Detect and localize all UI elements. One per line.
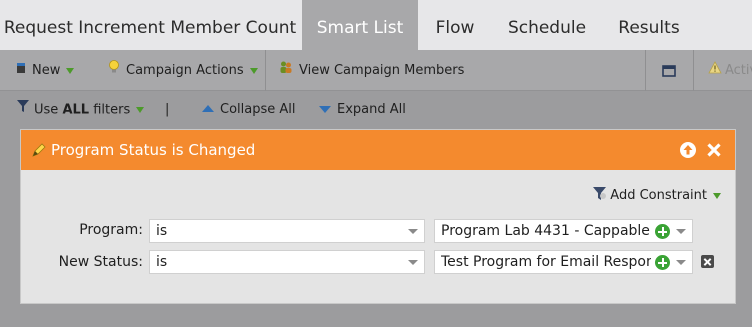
new-icon	[16, 50, 26, 91]
add-constraint-label: Add Constraint	[610, 188, 707, 203]
close-icon	[707, 143, 721, 157]
collapse-all-label: Collapse All	[220, 102, 296, 117]
tab-schedule[interactable]: Schedule	[492, 0, 602, 50]
view-campaign-members-button[interactable]: View Campaign Members	[279, 50, 464, 91]
view-campaign-members-label: View Campaign Members	[299, 63, 465, 78]
filter-header: Program Status is Changed	[21, 130, 735, 170]
collapse-icon	[202, 105, 214, 112]
chevron-down-icon	[676, 260, 686, 265]
tab-flow[interactable]: Flow	[418, 0, 492, 50]
warning-icon	[708, 50, 722, 91]
filterbar-separator: |	[165, 102, 170, 117]
toolbar-divider	[265, 50, 266, 91]
funnel-icon	[16, 92, 30, 128]
program-label: Program:	[79, 222, 143, 238]
status-value: Test Program for Email Respon	[441, 254, 651, 270]
chevron-down-icon	[66, 67, 75, 74]
toolbar: New Campaign Actions View Campaign Membe…	[0, 50, 752, 91]
new-button[interactable]: New	[16, 50, 75, 91]
remove-constraint-icon[interactable]	[701, 255, 714, 268]
funnel-icon	[592, 186, 607, 205]
use-prefix: Use	[34, 102, 59, 118]
use-all-filters-button[interactable]: Use ALL filters	[16, 92, 145, 128]
status-operator-value: is	[156, 254, 168, 270]
status-value-select[interactable]: Test Program for Email Respon	[434, 250, 693, 274]
collapse-all-button[interactable]: Collapse All	[202, 92, 296, 128]
program-operator-value: is	[156, 223, 168, 239]
add-constraint-button[interactable]: Add Constraint	[592, 186, 721, 205]
program-value: Program Lab 4431 - Cappable W	[441, 223, 651, 239]
tab-campaign-name[interactable]: Request Increment Member Count	[0, 0, 300, 50]
toolbar-divider	[693, 50, 694, 91]
status-operator-select[interactable]: is	[149, 250, 425, 274]
chevron-down-icon	[408, 229, 418, 234]
window-icon-button[interactable]	[662, 50, 676, 91]
new-status-label: New Status:	[58, 254, 143, 270]
use-all-emphasis: ALL	[62, 102, 90, 118]
filter-panel: Program Status is Changed Add Constraint…	[20, 129, 736, 304]
chevron-down-icon	[249, 67, 258, 74]
window-icon	[662, 64, 676, 77]
add-value-icon[interactable]	[655, 224, 670, 239]
chevron-down-icon	[676, 229, 686, 234]
filter-bar: Use ALL filters | Collapse All Expand Al…	[0, 92, 752, 128]
add-value-icon[interactable]	[655, 255, 670, 270]
activate-label: Activ	[725, 63, 752, 78]
filter-pencil-icon	[31, 142, 47, 162]
arrow-up-circle-icon	[680, 142, 696, 158]
activate-button[interactable]: Activ	[708, 50, 752, 91]
campaign-actions-button[interactable]: Campaign Actions	[108, 50, 258, 91]
new-label: New	[32, 63, 61, 78]
people-icon	[279, 50, 293, 91]
tab-results[interactable]: Results	[602, 0, 696, 50]
program-value-select[interactable]: Program Lab 4431 - Cappable W	[434, 219, 693, 243]
move-up-button[interactable]	[679, 141, 697, 159]
chevron-down-icon	[713, 192, 721, 199]
campaign-actions-label: Campaign Actions	[126, 63, 244, 78]
chevron-down-icon	[408, 260, 418, 265]
filter-title: Program Status is Changed	[51, 141, 256, 159]
use-suffix: filters	[93, 102, 131, 118]
chevron-down-icon	[136, 107, 145, 113]
expand-all-button[interactable]: Expand All	[319, 92, 406, 128]
tab-bar: Request Increment Member Count Smart Lis…	[0, 0, 752, 50]
expand-all-label: Expand All	[337, 102, 406, 117]
tab-smart-list[interactable]: Smart List	[302, 0, 418, 50]
remove-filter-button[interactable]	[705, 141, 723, 159]
toolbar-divider	[645, 50, 646, 91]
program-operator-select[interactable]: is	[149, 219, 425, 243]
lightbulb-icon	[108, 50, 120, 91]
expand-icon	[319, 106, 331, 113]
